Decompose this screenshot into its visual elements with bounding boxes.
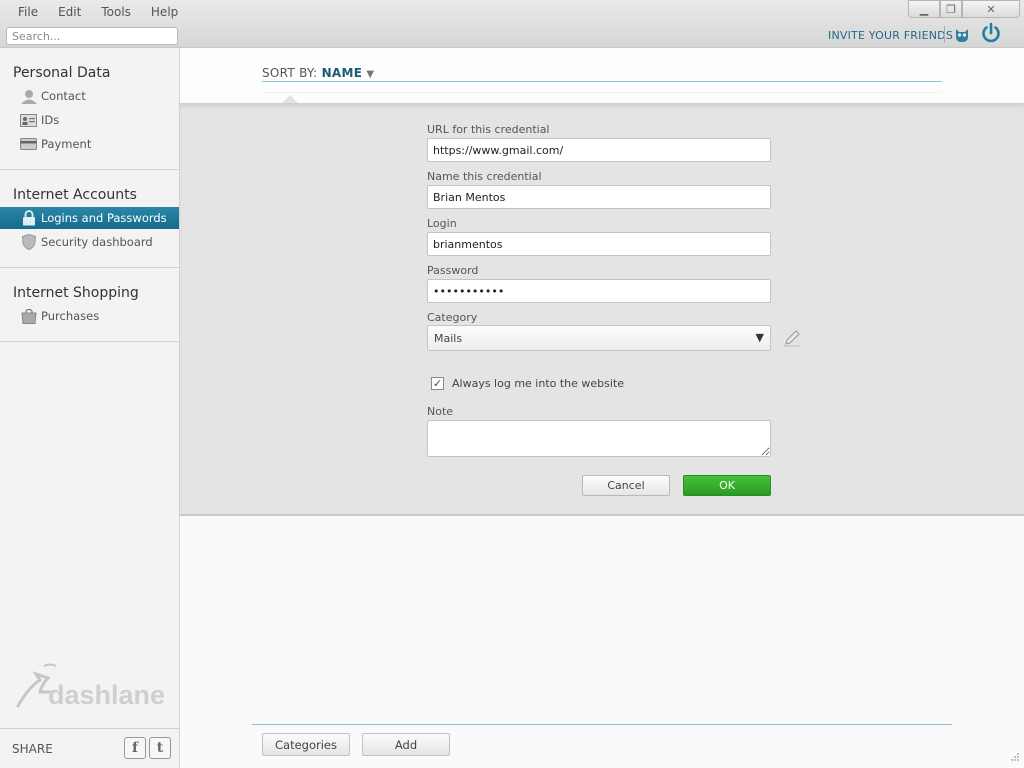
autologin-label: Always log me into the website xyxy=(452,377,625,390)
sidebar-item-label: Contact xyxy=(41,89,86,103)
sidebar-item-label: Payment xyxy=(41,137,92,151)
shield-icon xyxy=(20,234,37,250)
section-divider xyxy=(0,169,179,170)
twitter-button[interactable]: t xyxy=(149,737,171,759)
sort-value: NAME xyxy=(321,66,363,80)
lock-icon xyxy=(20,210,37,226)
contact-icon xyxy=(20,89,37,104)
menu-tools[interactable]: Tools xyxy=(101,5,131,19)
menu-bar: File Edit Tools Help xyxy=(18,5,198,19)
category-value: Mails xyxy=(434,331,463,345)
credit-card-icon xyxy=(20,137,37,152)
sidebar-item-label: Purchases xyxy=(41,309,100,323)
share-divider xyxy=(0,728,179,729)
resize-grip-icon[interactable] xyxy=(1010,752,1020,762)
power-icon[interactable] xyxy=(980,22,1002,44)
cancel-button[interactable]: Cancel xyxy=(582,475,670,496)
category-label: Category xyxy=(427,311,478,324)
name-field[interactable] xyxy=(427,185,771,209)
categories-button[interactable]: Categories xyxy=(262,733,350,756)
dashlane-logo: dashlane xyxy=(16,663,165,710)
password-label: Password xyxy=(427,264,479,277)
sidebar-item-label: Logins and Passwords xyxy=(41,211,167,225)
password-field[interactable] xyxy=(427,279,771,303)
minimize-button[interactable]: ▁ xyxy=(908,0,940,18)
autologin-checkbox[interactable]: ✓ xyxy=(431,377,444,390)
search-input[interactable] xyxy=(6,27,178,45)
restore-icon: ❐ xyxy=(946,2,956,16)
caret-down-icon: ▼ xyxy=(366,69,375,80)
sidebar-item-logins-and-passwords[interactable]: Logins and Passwords xyxy=(0,207,179,229)
sort-underline xyxy=(262,81,942,82)
section-divider xyxy=(0,341,179,342)
login-label: Login xyxy=(427,217,457,230)
footer-divider xyxy=(252,724,952,725)
section-title-personal-data: Personal Data xyxy=(13,65,111,81)
share-label: SHARE xyxy=(12,742,53,756)
window-controls: ▁ ❐ ✕ xyxy=(908,0,1020,18)
twitter-icon: t xyxy=(156,740,164,756)
close-button[interactable]: ✕ xyxy=(962,0,1020,18)
facebook-icon: f xyxy=(131,740,139,756)
facebook-button[interactable]: f xyxy=(124,737,146,759)
owl-icon[interactable] xyxy=(955,27,969,43)
sidebar: Personal Data Contact IDs Payment Intern… xyxy=(0,48,180,768)
sidebar-item-ids[interactable]: IDs xyxy=(0,109,179,131)
sidebar-item-contact[interactable]: Contact xyxy=(0,85,179,107)
maximize-button[interactable]: ❐ xyxy=(940,0,962,18)
category-select[interactable]: Mails ▼ xyxy=(427,325,771,351)
sort-bar: SORT BY: NAME ▼ xyxy=(180,48,1024,103)
ok-button[interactable]: OK xyxy=(683,475,771,496)
sort-by-label: SORT BY: xyxy=(262,66,318,80)
sidebar-item-payment[interactable]: Payment xyxy=(0,133,179,155)
menu-file[interactable]: File xyxy=(18,5,38,19)
divider xyxy=(944,26,945,43)
sidebar-item-label: IDs xyxy=(41,113,60,127)
close-icon: ✕ xyxy=(986,2,996,16)
section-divider xyxy=(0,267,179,268)
edit-pencil-icon[interactable] xyxy=(783,329,801,347)
menu-help[interactable]: Help xyxy=(151,5,178,19)
panel-pointer xyxy=(282,95,298,103)
menu-edit[interactable]: Edit xyxy=(58,5,81,19)
section-title-internet-accounts: Internet Accounts xyxy=(13,187,137,203)
note-field[interactable] xyxy=(427,420,771,457)
list-separator xyxy=(262,92,942,93)
login-field[interactable] xyxy=(427,232,771,256)
svg-text:dashlane: dashlane xyxy=(48,680,165,710)
add-button[interactable]: Add xyxy=(362,733,450,756)
invite-friends-link[interactable]: INVITE YOUR FRIENDS xyxy=(828,29,953,42)
sidebar-item-purchases[interactable]: Purchases xyxy=(0,305,179,327)
checkmark-icon: ✓ xyxy=(432,377,443,390)
shopping-bag-icon xyxy=(20,308,37,324)
sidebar-item-security-dashboard[interactable]: Security dashboard xyxy=(0,231,179,253)
sidebar-item-label: Security dashboard xyxy=(41,235,153,249)
url-field[interactable] xyxy=(427,138,771,162)
note-label: Note xyxy=(427,405,454,418)
credential-edit-panel: URL for this credential Name this creden… xyxy=(180,103,1024,516)
section-title-internet-shopping: Internet Shopping xyxy=(13,285,139,301)
name-label: Name this credential xyxy=(427,170,542,183)
dropdown-arrow-icon: ▼ xyxy=(755,331,764,344)
sort-control[interactable]: SORT BY: NAME ▼ xyxy=(262,66,374,80)
minimize-icon: ▁ xyxy=(919,2,929,16)
id-card-icon xyxy=(20,113,37,128)
title-bar: File Edit Tools Help ▁ ❐ ✕ INVITE YOUR F… xyxy=(0,0,1024,48)
url-label: URL for this credential xyxy=(427,123,550,136)
